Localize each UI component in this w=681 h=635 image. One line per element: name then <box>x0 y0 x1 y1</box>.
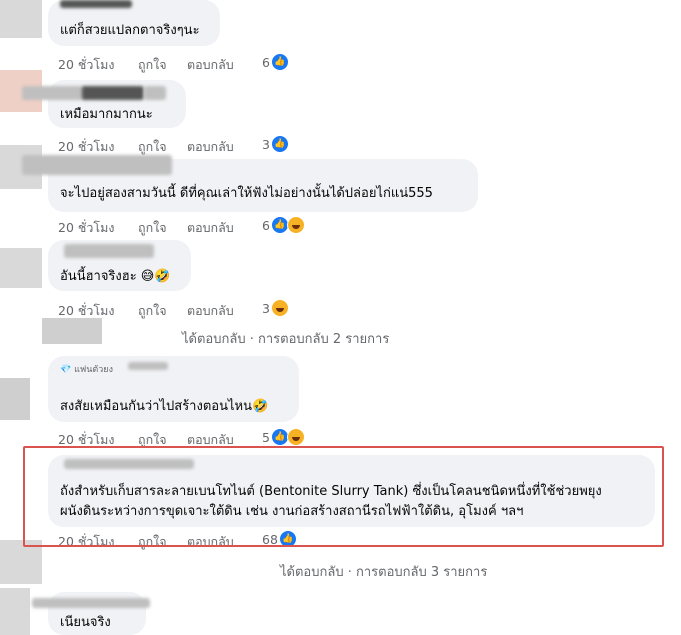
like-button[interactable]: ถูกใจ <box>138 301 167 321</box>
comment-bubble: แต่ก็สวยแปลกตาจริงๆนะ <box>48 0 220 46</box>
like-reaction-icon <box>271 53 289 71</box>
like-button[interactable]: ถูกใจ <box>138 218 167 238</box>
reaction-count[interactable]: 6 <box>262 218 270 233</box>
reply-button[interactable]: ตอบกลับ <box>187 301 234 321</box>
commenter-name[interactable] <box>22 86 86 100</box>
comment-bubble: จะไปอยู่สองสามวันนี้ ดีที่คุณเล่าให้ฟังไ… <box>22 155 478 212</box>
comment-text: จะไปอยู่สองสามวันนี้ ดีที่คุณเล่าให้ฟังไ… <box>60 186 433 201</box>
comment-text: อันนี้ฮาจริงฮะ 😅🤣 <box>60 269 171 284</box>
avatar[interactable] <box>0 588 30 635</box>
commenter-name[interactable] <box>144 86 166 100</box>
avatar[interactable] <box>42 318 102 344</box>
haha-reaction-icon <box>271 299 289 317</box>
comment-bubble: เนียนจริง <box>32 592 150 635</box>
comment-time[interactable]: 20 ชั่วโมง <box>58 218 114 238</box>
like-button[interactable]: ถูกใจ <box>138 55 167 75</box>
commenter-name[interactable] <box>64 244 154 258</box>
avatar[interactable] <box>0 248 42 288</box>
comment-time[interactable]: 20 ชั่วโมง <box>58 55 114 75</box>
comment-bubble: อันนี้ฮาจริงฮะ 😅🤣 <box>48 240 191 291</box>
commenter-name[interactable] <box>60 0 132 8</box>
reply-button[interactable]: ตอบกลับ <box>187 55 234 75</box>
reaction-count[interactable]: 6 <box>262 55 270 70</box>
avatar[interactable] <box>0 378 30 420</box>
commenter-name[interactable] <box>32 598 150 608</box>
reaction-count[interactable]: 5 <box>262 430 270 445</box>
haha-reaction-icon <box>287 216 305 234</box>
reaction-count[interactable]: 3 <box>262 301 270 316</box>
comment-time[interactable]: 20 ชั่วโมง <box>58 301 114 321</box>
comment-text: แต่ก็สวยแปลกตาจริงๆนะ <box>60 23 200 38</box>
commenter-name[interactable] <box>82 86 144 100</box>
comment-text: เหมือมากมากนะ <box>60 107 153 122</box>
comment-text: เนียนจริง <box>60 615 111 630</box>
reply-button[interactable]: ตอบกลับ <box>187 218 234 238</box>
view-replies-link[interactable]: ได้ตอบกลับ · การตอบกลับ 2 รายการ <box>182 328 389 349</box>
comment-bubble: 💎 แฟนตัวยง สงสัยเหมือนกันว่าไปสร้างตอนไห… <box>48 356 299 422</box>
haha-reaction-icon <box>287 428 305 446</box>
avatar[interactable] <box>0 0 42 38</box>
comment-time[interactable]: 20 ชั่วโมง <box>58 137 114 157</box>
highlight-frame <box>23 446 664 547</box>
commenter-name[interactable] <box>22 155 172 175</box>
comment-bubble: เหมือมากมากนะ <box>22 80 186 128</box>
reply-button[interactable]: ตอบกลับ <box>187 137 234 157</box>
reaction-count[interactable]: 3 <box>262 137 270 152</box>
commenter-name[interactable] <box>128 362 168 370</box>
like-button[interactable]: ถูกใจ <box>138 137 167 157</box>
like-reaction-icon <box>271 135 289 153</box>
view-replies-link[interactable]: ได้ตอบกลับ · การตอบกลับ 3 รายการ <box>280 561 487 582</box>
comment-text: สงสัยเหมือนกันว่าไปสร้างตอนไหน🤣 <box>60 399 269 414</box>
top-fan-badge: 💎 แฟนตัวยง <box>60 365 113 375</box>
